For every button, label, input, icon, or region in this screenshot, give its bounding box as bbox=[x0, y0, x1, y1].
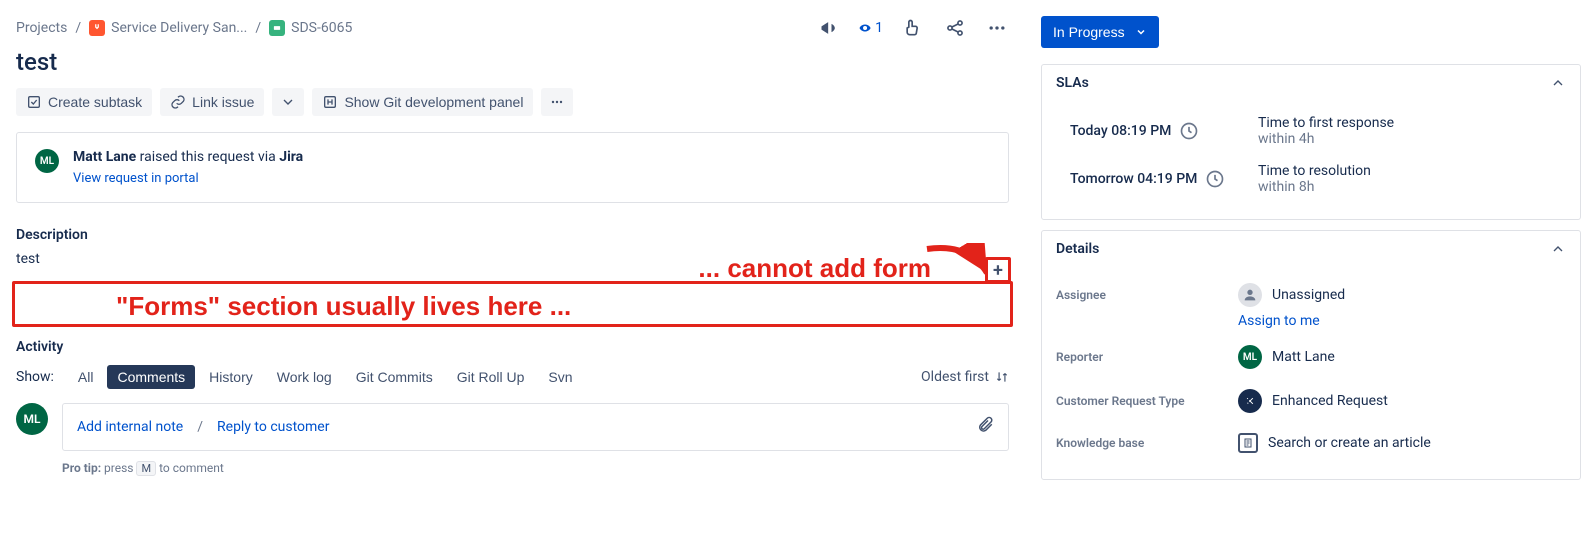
sla-label: Time to first response bbox=[1258, 115, 1394, 131]
link-issue-dropdown[interactable] bbox=[272, 88, 304, 116]
share-icon[interactable] bbox=[943, 16, 967, 40]
pro-tip: Pro tip: press M to comment bbox=[62, 461, 1009, 476]
vote-icon[interactable] bbox=[901, 16, 925, 40]
sort-icon bbox=[995, 370, 1009, 384]
clock-icon bbox=[1205, 169, 1225, 189]
add-form-button[interactable]: + bbox=[985, 257, 1011, 283]
sla-row: Today 08:19 PM Time to first responsewith… bbox=[1070, 107, 1566, 155]
status-dropdown[interactable]: In Progress bbox=[1041, 16, 1159, 48]
breadcrumb-sep: / bbox=[255, 20, 261, 36]
requester-name: Matt Lane bbox=[73, 149, 136, 165]
detail-reporter: Reporter ML Matt Lane bbox=[1056, 335, 1566, 379]
sla-label: Time to resolution bbox=[1258, 163, 1371, 179]
git-panel-label: Show Git development panel bbox=[344, 94, 523, 110]
link-issue-label: Link issue bbox=[192, 94, 254, 110]
chevron-up-icon bbox=[1550, 241, 1566, 257]
project-icon bbox=[89, 20, 105, 36]
sla-time: Tomorrow 04:19 PM bbox=[1070, 171, 1197, 187]
sla-within: within 8h bbox=[1258, 179, 1371, 195]
request-type-icon bbox=[1238, 389, 1262, 413]
description-label: Description bbox=[16, 227, 1009, 243]
sla-row: Tomorrow 04:19 PM Time to resolutionwithi… bbox=[1070, 155, 1566, 203]
crt-value[interactable]: Enhanced Request bbox=[1238, 389, 1388, 413]
reporter-label: Reporter bbox=[1056, 350, 1226, 364]
sort-label: Oldest first bbox=[921, 369, 989, 385]
notice-source: Jira bbox=[279, 149, 303, 165]
reporter-avatar: ML bbox=[1238, 345, 1262, 369]
detail-request-type: Customer Request Type Enhanced Request bbox=[1056, 379, 1566, 423]
assignee-label: Assignee bbox=[1056, 288, 1226, 302]
add-internal-note-link[interactable]: Add internal note bbox=[77, 419, 183, 435]
link-issue-button[interactable]: Link issue bbox=[160, 88, 264, 116]
breadcrumb-project-label: Service Delivery San... bbox=[111, 20, 247, 36]
activity-show-label: Show: bbox=[16, 369, 54, 385]
create-subtask-label: Create subtask bbox=[48, 94, 142, 110]
breadcrumb-issue[interactable]: SDS-6065 bbox=[269, 20, 352, 36]
details-panel: Details Assignee Unassigned Assign to me… bbox=[1041, 230, 1581, 480]
detail-assignee: Assignee Unassigned bbox=[1056, 273, 1566, 317]
sort-oldest-toggle[interactable]: Oldest first bbox=[921, 369, 1009, 385]
details-title: Details bbox=[1056, 241, 1099, 257]
requester-avatar: ML bbox=[35, 149, 59, 173]
sla-within: within 4h bbox=[1258, 131, 1394, 147]
activity-tab-git-commits[interactable]: Git Commits bbox=[346, 365, 443, 389]
comment-sep: / bbox=[197, 419, 203, 435]
current-user-avatar: ML bbox=[16, 403, 48, 435]
activity-tab-history[interactable]: History bbox=[199, 365, 263, 389]
slas-panel: SLAs Today 08:19 PM Time to first respons… bbox=[1041, 64, 1581, 220]
detail-knowledge-base: Knowledge base Search or create an artic… bbox=[1056, 423, 1566, 463]
description-value[interactable]: test bbox=[16, 251, 1009, 267]
annotation-overlay: ... cannot add form + "Forms" section us… bbox=[16, 277, 1009, 327]
article-icon bbox=[1238, 433, 1258, 453]
create-subtask-button[interactable]: Create subtask bbox=[16, 88, 152, 116]
breadcrumb-project[interactable]: Service Delivery San... bbox=[89, 20, 247, 36]
breadcrumb-sep: / bbox=[75, 20, 81, 36]
activity-tab-comments[interactable]: Comments bbox=[107, 365, 195, 389]
issue-title[interactable]: test bbox=[16, 48, 1009, 76]
reply-to-customer-link[interactable]: Reply to customer bbox=[217, 419, 329, 435]
breadcrumb-projects[interactable]: Projects bbox=[16, 20, 67, 36]
watch-count: 1 bbox=[875, 20, 883, 36]
issue-type-icon bbox=[269, 20, 285, 36]
activity-tab-work-log[interactable]: Work log bbox=[267, 365, 342, 389]
unassigned-avatar-icon bbox=[1238, 283, 1262, 307]
kb-value[interactable]: Search or create an article bbox=[1238, 433, 1431, 453]
notice-phrase: raised this request via bbox=[136, 149, 279, 165]
request-notice: ML Matt Lane raised this request via Jir… bbox=[16, 132, 1009, 203]
activity-tab-all[interactable]: All bbox=[68, 365, 104, 389]
attachment-icon[interactable] bbox=[976, 416, 994, 438]
reporter-value[interactable]: ML Matt Lane bbox=[1238, 345, 1335, 369]
assign-to-me-link[interactable]: Assign to me bbox=[1238, 313, 1566, 329]
slas-panel-header[interactable]: SLAs bbox=[1042, 65, 1580, 101]
sla-time: Today 08:19 PM bbox=[1070, 123, 1171, 139]
assignee-value[interactable]: Unassigned bbox=[1238, 283, 1345, 307]
activity-tab-git-roll-up[interactable]: Git Roll Up bbox=[447, 365, 535, 389]
view-in-portal-link[interactable]: View request in portal bbox=[73, 171, 303, 186]
kb-label: Knowledge base bbox=[1056, 436, 1226, 450]
more-actions-icon[interactable] bbox=[985, 16, 1009, 40]
slas-title: SLAs bbox=[1056, 75, 1089, 91]
activity-heading: Activity bbox=[16, 339, 1009, 355]
crt-label: Customer Request Type bbox=[1056, 394, 1226, 408]
git-panel-button[interactable]: Show Git development panel bbox=[312, 88, 533, 116]
breadcrumb: Projects / Service Delivery San... / SDS… bbox=[16, 20, 352, 36]
chevron-up-icon bbox=[1550, 75, 1566, 91]
chevron-down-icon bbox=[1135, 26, 1147, 38]
watch-button[interactable]: 1 bbox=[859, 16, 883, 40]
details-panel-header[interactable]: Details bbox=[1042, 231, 1580, 267]
status-label: In Progress bbox=[1053, 24, 1125, 40]
comment-input[interactable]: Add internal note / Reply to customer bbox=[62, 403, 1009, 451]
activity-tab-svn[interactable]: Svn bbox=[538, 365, 582, 389]
clock-icon bbox=[1179, 121, 1199, 141]
breadcrumb-issue-label: SDS-6065 bbox=[291, 20, 352, 36]
more-tools-button[interactable] bbox=[541, 88, 573, 116]
feedback-icon[interactable] bbox=[817, 16, 841, 40]
